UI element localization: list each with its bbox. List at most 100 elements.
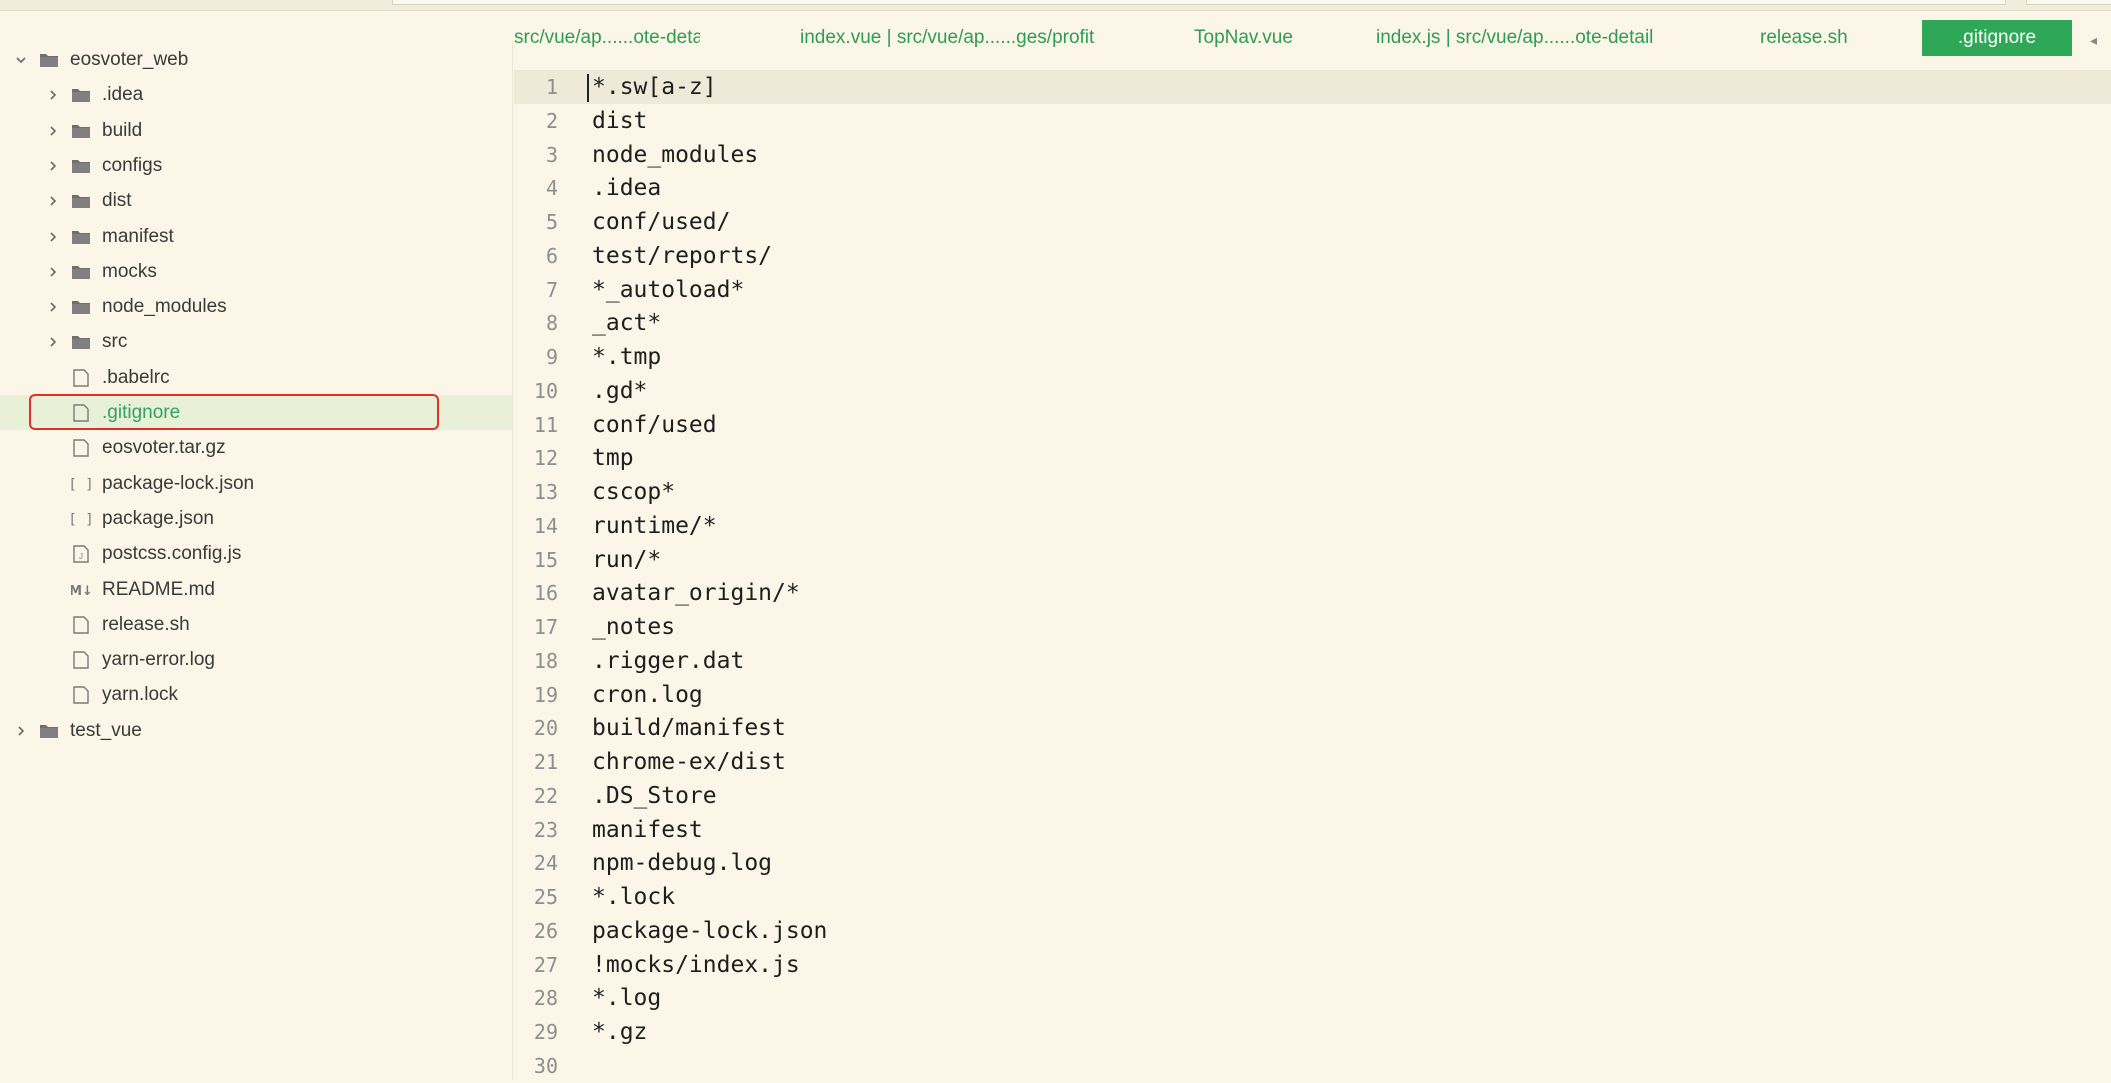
- code-line[interactable]: 8 _act*: [514, 306, 2111, 340]
- line-number: 21: [533, 750, 558, 774]
- code-line[interactable]: 27 !mocks/index.js: [514, 948, 2111, 982]
- code-line[interactable]: 3 node_modules: [514, 138, 2111, 172]
- chevron-right-icon[interactable]: [12, 722, 30, 740]
- chevron-right-icon[interactable]: [44, 333, 62, 351]
- sidebar-divider: [512, 40, 513, 1080]
- tree-item-src[interactable]: src: [0, 324, 512, 359]
- code-line[interactable]: 22 .DS_Store: [514, 779, 2111, 813]
- line-number: 24: [533, 851, 558, 875]
- tree-item-mocks[interactable]: mocks: [0, 254, 512, 289]
- tab-gitignore[interactable]: .gitignore: [1922, 20, 2072, 56]
- chevron-down-icon[interactable]: [12, 51, 30, 69]
- chevron-right-icon[interactable]: [44, 192, 62, 210]
- code-line[interactable]: 23 manifest: [514, 813, 2111, 847]
- code-line[interactable]: 24 npm-debug.log: [514, 846, 2111, 880]
- folder-icon: [70, 227, 92, 247]
- code-text: npm-debug.log: [592, 850, 773, 876]
- code-line[interactable]: 2 dist: [514, 104, 2111, 138]
- folder-icon: [38, 721, 60, 741]
- tree-item-label: .idea: [102, 83, 144, 105]
- code-line[interactable]: 7 *_autoload*: [514, 273, 2111, 307]
- code-text: !mocks/index.js: [592, 952, 800, 978]
- file-icon: [70, 438, 92, 458]
- code-line[interactable]: 6 test/reports/: [514, 239, 2111, 273]
- tree-item-test-vue[interactable]: test_vue: [0, 713, 512, 748]
- tree-item-eosvoter-web[interactable]: eosvoter_web: [0, 42, 512, 77]
- line-number: 29: [533, 1020, 558, 1044]
- folder-icon: [38, 50, 60, 70]
- line-number: 1: [545, 75, 558, 99]
- chevron-right-icon[interactable]: [44, 157, 62, 175]
- code-line[interactable]: 16 avatar_origin/*: [514, 576, 2111, 610]
- search-bar[interactable]: [392, 0, 2006, 5]
- code-line[interactable]: 28 *.log: [514, 981, 2111, 1015]
- code-line[interactable]: 9 *.tmp: [514, 340, 2111, 374]
- chevron-right-icon[interactable]: [44, 298, 62, 316]
- chevron-right-icon[interactable]: [44, 228, 62, 246]
- code-line[interactable]: 12 tmp: [514, 441, 2111, 475]
- tree-item-manifest[interactable]: manifest: [0, 219, 512, 254]
- tree-item-node-modules[interactable]: node_modules: [0, 289, 512, 324]
- chevron-right-icon[interactable]: [44, 263, 62, 281]
- tab-scroll-left-icon[interactable]: ◂: [2090, 30, 2111, 50]
- code-text: .rigger.dat: [592, 648, 745, 674]
- tree-item-readme-md[interactable]: M↓ README.md: [0, 572, 512, 607]
- file-icon: [70, 615, 92, 635]
- code-line[interactable]: 17 _notes: [514, 610, 2111, 644]
- tree-item-label: yarn-error.log: [102, 648, 215, 670]
- code-line[interactable]: 13 cscop*: [514, 475, 2111, 509]
- code-editor[interactable]: 1 *.sw[a-z] 2 dist 3 node_modules 4 .idea 5 conf/…: [514, 70, 2111, 1080]
- tree-item-configs[interactable]: configs: [0, 148, 512, 183]
- line-number: 10: [533, 379, 558, 403]
- tree-item-yarn-error-log[interactable]: yarn-error.log: [0, 642, 512, 677]
- tree-item-package-json[interactable]: [ ] package.json: [0, 501, 512, 536]
- tree-item-label: manifest: [102, 225, 174, 247]
- code-line[interactable]: 10 .gd*: [514, 374, 2111, 408]
- line-number: 3: [545, 143, 558, 167]
- tab-topnav-vue[interactable]: TopNav.vue: [1194, 20, 1324, 56]
- tree-item-eosvoter-tar-gz[interactable]: eosvoter.tar.gz: [0, 430, 512, 465]
- code-line[interactable]: 30: [514, 1049, 2111, 1083]
- line-number: 23: [533, 818, 558, 842]
- tree-item-postcss-config-js[interactable]: Jpostcss.config.js: [0, 536, 512, 571]
- tab-release-sh[interactable]: release.sh: [1760, 20, 1870, 56]
- code-line[interactable]: 21 chrome-ex/dist: [514, 745, 2111, 779]
- code-text: *.tmp: [592, 344, 662, 370]
- tree-item-release-sh[interactable]: release.sh: [0, 607, 512, 642]
- tree-item-build[interactable]: build: [0, 113, 512, 148]
- code-line[interactable]: 11 conf/used: [514, 408, 2111, 442]
- code-line[interactable]: 1 *.sw[a-z]: [514, 70, 2111, 104]
- code-line[interactable]: 15 run/*: [514, 543, 2111, 577]
- chevron-right-icon[interactable]: [44, 86, 62, 104]
- code-text: node_modules: [592, 142, 759, 168]
- code-line[interactable]: 18 .rigger.dat: [514, 644, 2111, 678]
- tab-note-detail-index-js[interactable]: index.js | src/vue/ap......ote-detail: [1376, 20, 1686, 56]
- code-text: .DS_Store: [592, 783, 717, 809]
- code-line[interactable]: 20 build/manifest: [514, 711, 2111, 745]
- top-right-control[interactable]: [2026, 0, 2111, 5]
- tab-note-detail-vue[interactable]: src/vue/ap......ote-detail: [514, 20, 700, 56]
- line-number: 27: [533, 953, 558, 977]
- code-line[interactable]: 19 cron.log: [514, 678, 2111, 712]
- code-line[interactable]: 5 conf/used/: [514, 205, 2111, 239]
- code-line[interactable]: 14 runtime/*: [514, 509, 2111, 543]
- code-text: *.gz: [592, 1019, 648, 1045]
- code-line[interactable]: 25 *.lock: [514, 880, 2111, 914]
- line-number: 17: [533, 615, 558, 639]
- code-line[interactable]: 4 .idea: [514, 171, 2111, 205]
- tree-item-package-lock-json[interactable]: [ ] package-lock.json: [0, 466, 512, 501]
- code-line[interactable]: 26 package-lock.json: [514, 914, 2111, 948]
- code-text: run/*: [592, 547, 662, 573]
- tree-item-dist[interactable]: dist: [0, 183, 512, 218]
- tree-item-idea[interactable]: .idea: [0, 77, 512, 112]
- chevron-right-icon[interactable]: [44, 122, 62, 140]
- line-number: 9: [545, 345, 558, 369]
- tree-item-yarn-lock[interactable]: yarn.lock: [0, 677, 512, 712]
- folder-icon: [70, 191, 92, 211]
- markdown-file-icon: M↓: [70, 580, 92, 600]
- line-number: 18: [533, 649, 558, 673]
- tree-item-babelrc[interactable]: .babelrc: [0, 360, 512, 395]
- folder-icon: [70, 332, 92, 352]
- tab-profit-index-vue[interactable]: index.vue | src/vue/ap......ges/profit: [800, 20, 1130, 56]
- code-line[interactable]: 29 *.gz: [514, 1015, 2111, 1049]
